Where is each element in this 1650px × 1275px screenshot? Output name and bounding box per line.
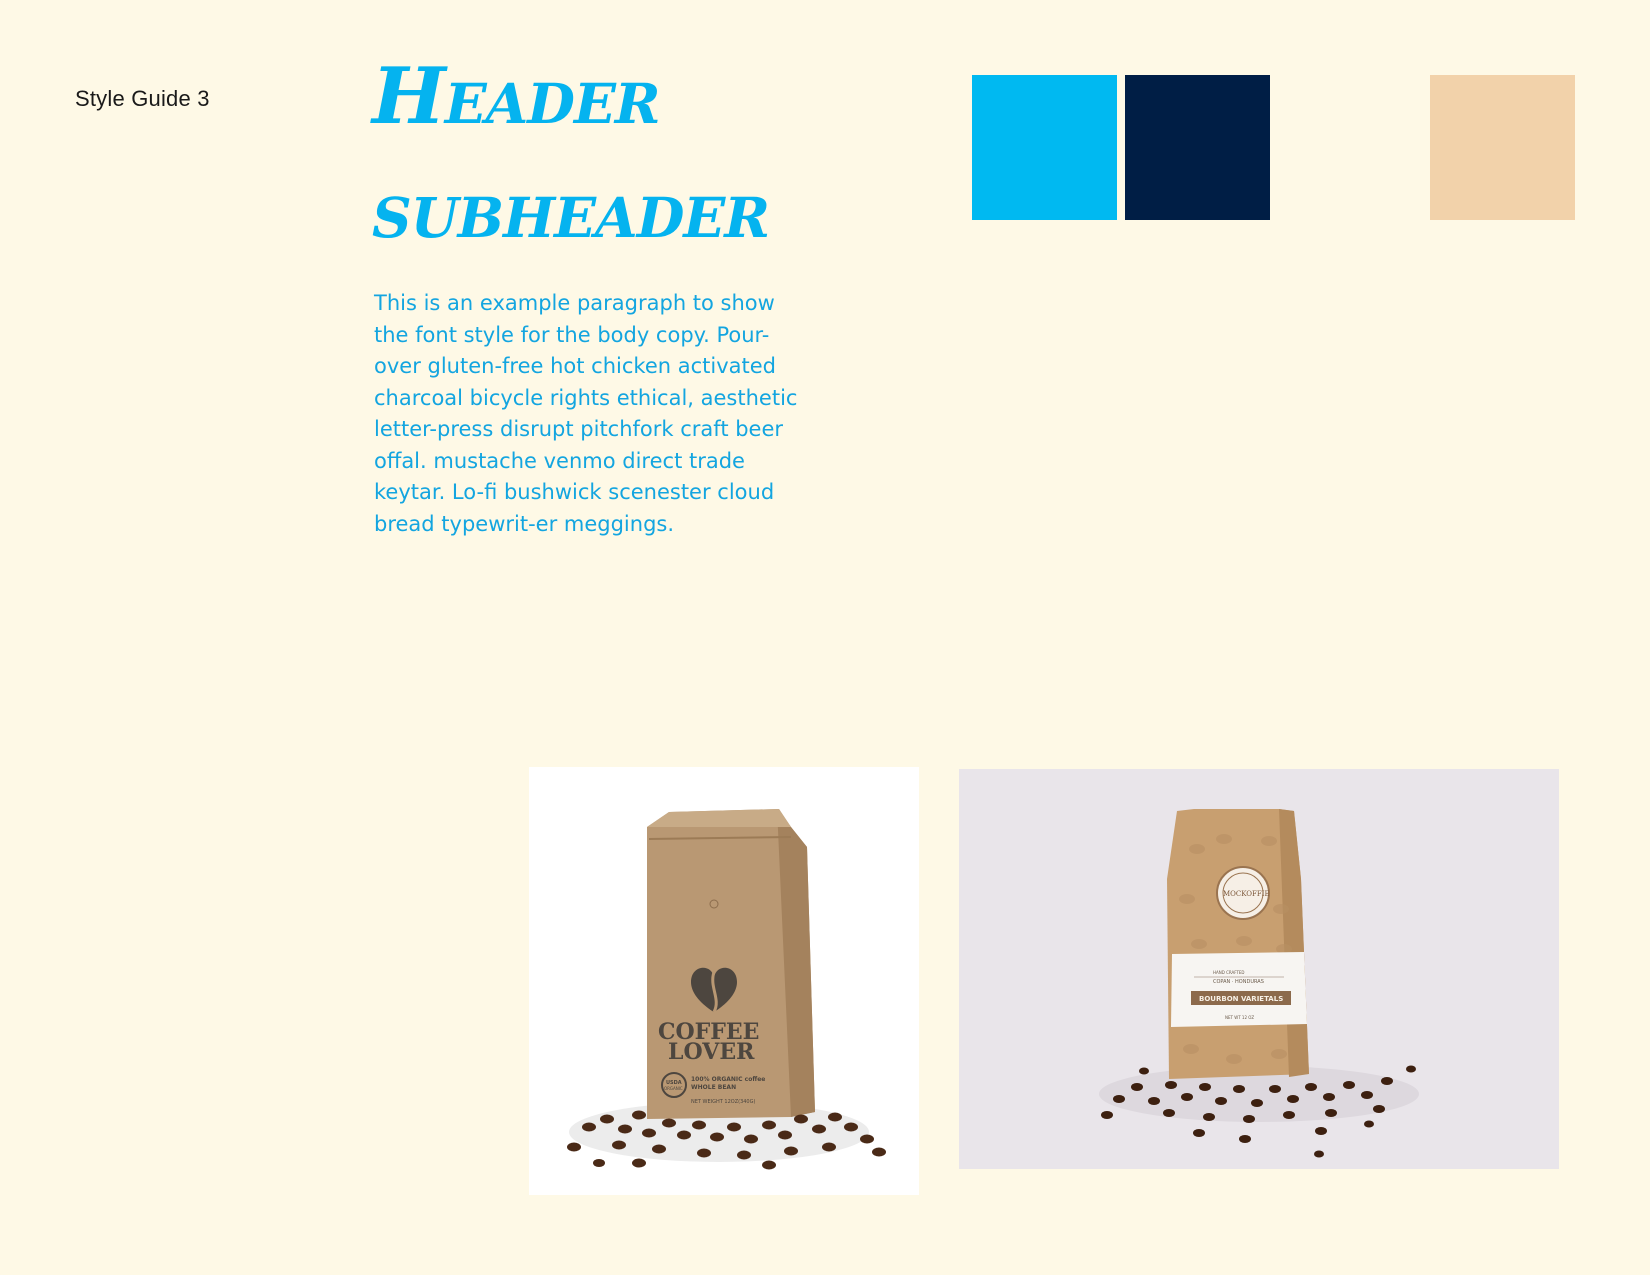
bourbon-band-small: HAND CRAFTED — [1213, 970, 1245, 975]
subheader-sample: subheader — [372, 165, 770, 256]
bourbon-net-weight: NET WT 12 OZ — [1225, 1015, 1254, 1020]
coffee-lover-claim-line1: 100% ORGANIC coffee — [691, 1076, 765, 1083]
coffee-lover-net-weight: NET WEIGHT 12OZ(340G) — [691, 1099, 755, 1105]
style-guide-label: Style Guide 3 — [75, 86, 210, 111]
color-swatch-cream — [1278, 75, 1423, 220]
bourbon-bag-photo: MOCKOFFIE HAND CRAFTED COPAN · HONDURAS … — [959, 769, 1559, 1169]
coffee-lover-claim-line2: WHOLE BEAN — [691, 1084, 736, 1091]
bourbon-variety: BOURBON VARIETALS — [1199, 995, 1283, 1003]
bourbon-origin: COPAN · HONDURAS — [1213, 979, 1264, 985]
color-swatch-navy — [1125, 75, 1270, 220]
body-copy-sample: This is an example paragraph to show the… — [374, 291, 798, 536]
color-swatch-tan — [1430, 75, 1575, 220]
color-swatch-sky-blue — [972, 75, 1117, 220]
coffee-lover-bag-photo: COFFEE LOVER USDA ORGANIC 100% ORGANIC c… — [529, 767, 919, 1195]
header-sample: Header — [372, 51, 661, 142]
mockoffie-seal-text: MOCKOFFIE — [1223, 890, 1270, 898]
coffee-lover-brand-line2: LOVER — [668, 1039, 755, 1065]
usda-line2: ORGANIC — [664, 1086, 683, 1091]
